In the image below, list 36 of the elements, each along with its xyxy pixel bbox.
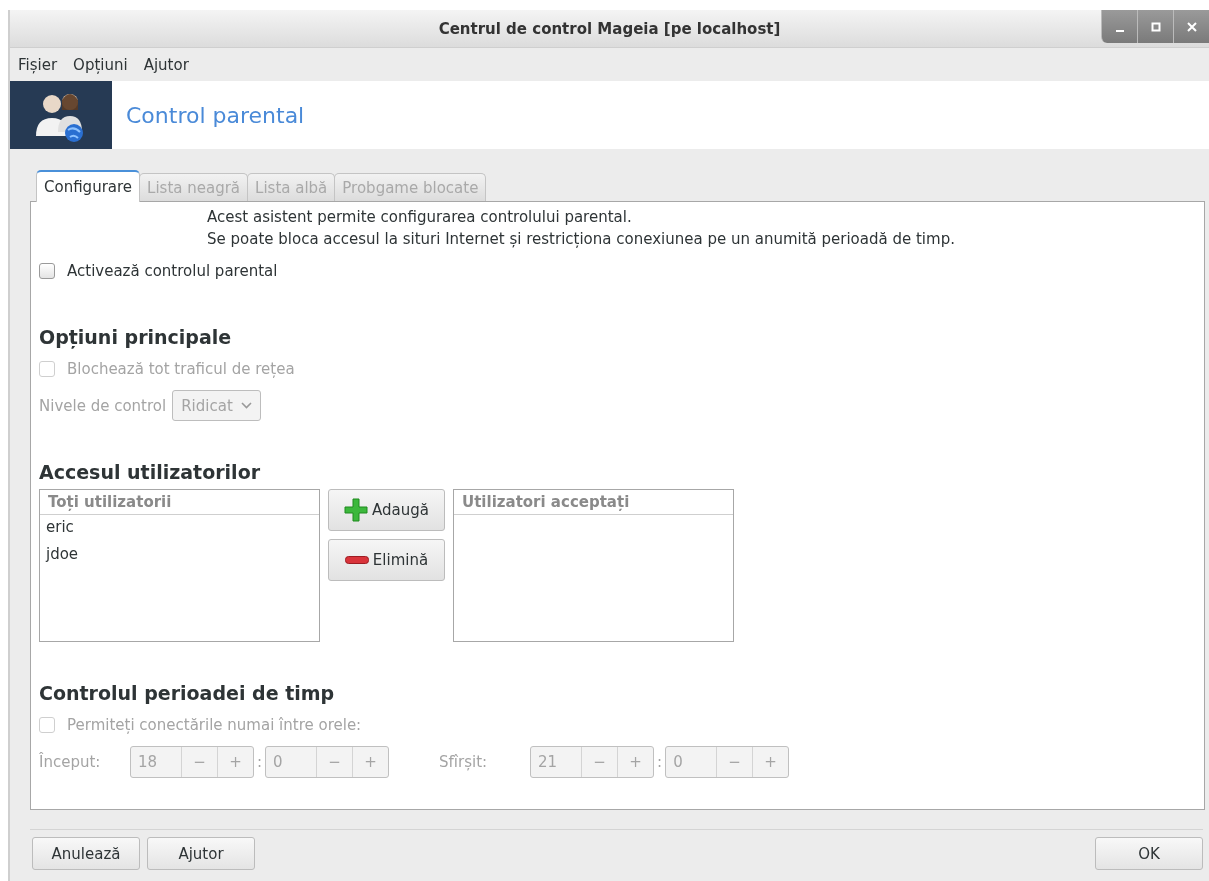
dialog-button[interactable]: Anulează [32, 837, 140, 870]
dialog-button[interactable]: Ajutor [147, 837, 255, 870]
separator-text: : [257, 753, 263, 771]
remove-button[interactable]: Elimină [328, 539, 445, 581]
menu-item[interactable]: Opțiuni [73, 55, 128, 74]
plus-icon [344, 498, 369, 522]
window-title: Centrul de control Mageia [pe localhost] [438, 19, 781, 38]
description-text: Se poate bloca accesul la situri Internet și restricționa conexiunea pe un anumită perioadă de timp. [207, 229, 956, 250]
checkbox-label: Permiteți conectările numai între orele: [67, 716, 362, 734]
checkbox[interactable] [39, 263, 55, 279]
section-heading: Accesul utilizatorilor [39, 461, 262, 483]
tab[interactable]: Configurare [36, 170, 141, 202]
add-button[interactable]: Adaugă [328, 489, 445, 531]
field-label: Nivele de control [39, 396, 167, 415]
menu-item[interactable]: Fișier [18, 55, 58, 74]
menu-item[interactable]: Ajutor [143, 55, 189, 74]
section-heading: Opțiuni principale [39, 326, 233, 348]
section-heading: Controlul perioadei de timp [39, 682, 336, 704]
minus-icon [344, 556, 369, 564]
checkbox-label: Activează controlul parental [67, 262, 278, 280]
minimize-icon [1115, 29, 1124, 32]
field-label: Început: [39, 753, 102, 771]
description-text: Acest asistent permite configurarea controlului parental. [207, 207, 633, 228]
maximize-button[interactable] [1137, 10, 1173, 43]
page-title: Control parental [126, 102, 305, 128]
dialog-button[interactable]: OK [1095, 837, 1203, 870]
chevron-down-icon [240, 402, 252, 409]
list-item[interactable]: eric [40, 515, 319, 542]
checkbox-label: Blochează tot traficul de rețea [67, 360, 295, 378]
close-icon [1186, 21, 1197, 32]
field-label: Sfîrșit: [439, 753, 489, 771]
close-button[interactable] [1173, 10, 1209, 43]
list-item[interactable]: jdoe [40, 542, 319, 569]
separator-text: : [657, 753, 663, 771]
minimize-button[interactable] [1101, 10, 1137, 43]
maximize-icon [1150, 21, 1161, 32]
